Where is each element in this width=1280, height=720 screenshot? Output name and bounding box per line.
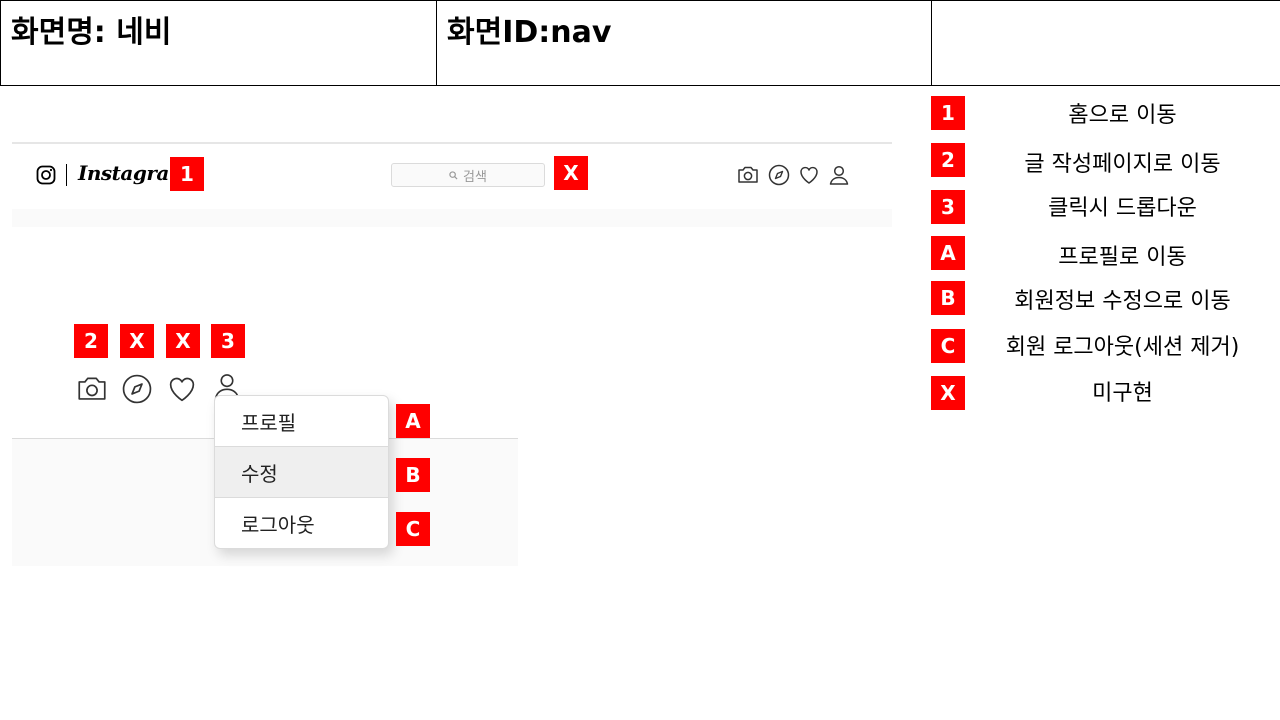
dropdown-item-profile[interactable]: 프로필 xyxy=(215,396,388,447)
legend-text-1: 홈으로 이동 xyxy=(1068,103,1177,128)
badge-3: 3 xyxy=(211,324,245,358)
legend-text-b: 회원정보 수정으로 이동 xyxy=(1014,289,1231,314)
search-input[interactable]: 검색 xyxy=(391,163,545,187)
legend-badge-a: A xyxy=(931,236,965,270)
legend-badge-2: 2 xyxy=(931,143,965,177)
badge-2: 2 xyxy=(74,324,108,358)
legend-text-a: 프로필로 이동 xyxy=(1058,245,1187,270)
compass-icon[interactable] xyxy=(767,163,791,187)
search-placeholder: 검색 xyxy=(463,169,487,185)
spec-header: 화면명: 네비 화면ID:nav xyxy=(0,0,1280,87)
badge-a: A xyxy=(396,404,430,438)
compass-icon-large[interactable] xyxy=(120,372,154,406)
profile-dropdown: 프로필 수정 로그아웃 xyxy=(214,395,389,549)
legend-text-x: 미구현 xyxy=(1092,381,1153,406)
badge-b: B xyxy=(396,458,430,492)
badge-x-search: X xyxy=(554,156,588,190)
dropdown-item-logout[interactable]: 로그아웃 xyxy=(215,498,388,548)
search-icon xyxy=(449,170,458,180)
screen-name: 화면명: 네비 xyxy=(0,0,437,86)
badge-x-compass: X xyxy=(120,324,154,358)
instagram-logo-icon[interactable] xyxy=(36,165,56,185)
legend-text-3: 클릭시 드롭다운 xyxy=(1048,196,1197,221)
legend-badge-b: B xyxy=(931,281,965,315)
badge-x-heart: X xyxy=(166,324,200,358)
heart-icon[interactable] xyxy=(797,163,821,187)
camera-icon[interactable] xyxy=(736,163,760,187)
header-empty-cell xyxy=(931,0,1280,86)
legend-badge-1: 1 xyxy=(931,96,965,130)
badge-c: C xyxy=(396,512,430,546)
nav-bar-shadow xyxy=(12,209,892,227)
badge-1: 1 xyxy=(170,157,204,191)
legend-badge-3: 3 xyxy=(931,190,965,224)
logo-divider xyxy=(66,164,67,186)
legend-text-c: 회원 로그아웃(세션 제거) xyxy=(1005,335,1240,360)
heart-icon-large[interactable] xyxy=(165,372,199,406)
legend-text-2: 글 작성페이지로 이동 xyxy=(1024,152,1221,177)
legend-badge-x: X xyxy=(931,376,965,410)
screen-id: 화면ID:nav xyxy=(436,0,932,86)
camera-icon-large[interactable] xyxy=(75,372,109,406)
legend-badge-c: C xyxy=(931,329,965,363)
user-icon[interactable] xyxy=(827,163,851,187)
dropdown-item-edit[interactable]: 수정 xyxy=(215,447,388,498)
